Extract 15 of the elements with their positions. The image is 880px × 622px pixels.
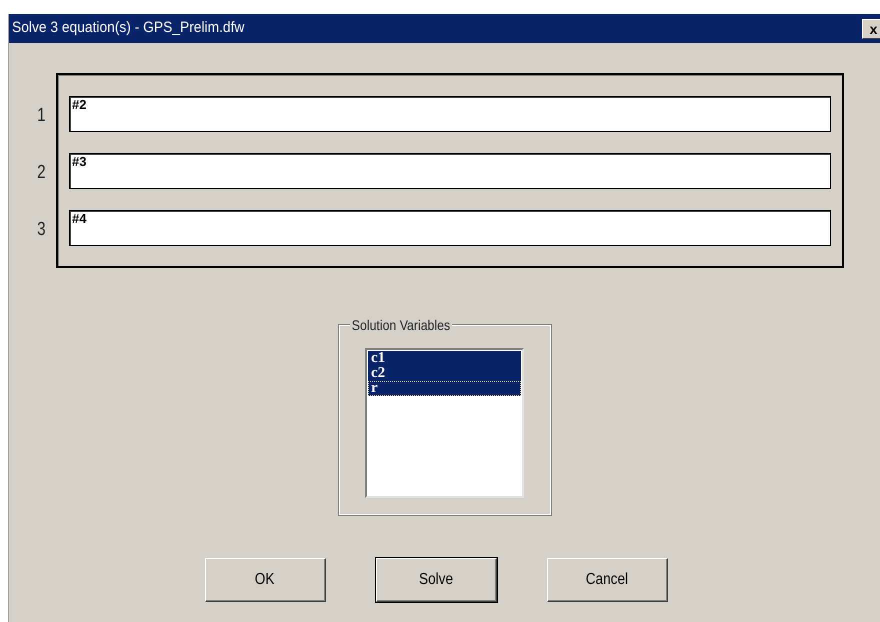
equation-field[interactable]: #3 [69,153,831,189]
list-item[interactable]: c1 [368,351,521,366]
list-item[interactable]: c2 [368,366,521,381]
equation-field[interactable]: #4 [69,210,831,246]
window-title: Solve 3 equation(s) - GPS_Prelim.dfw [12,18,244,38]
list-item[interactable]: r [368,381,521,396]
equation-field[interactable]: #2 [69,96,831,132]
dialog-button[interactable]: OK [204,558,326,602]
close-button[interactable]: x [862,18,880,38]
equation-number: 3 [37,218,47,242]
dialog-button[interactable]: Solve [376,558,496,602]
equation-number: 1 [37,104,47,128]
equation-number: 2 [37,161,47,185]
variables-list[interactable]: c1 c2 r [365,348,524,498]
dialog-button[interactable]: Cancel [546,558,668,602]
